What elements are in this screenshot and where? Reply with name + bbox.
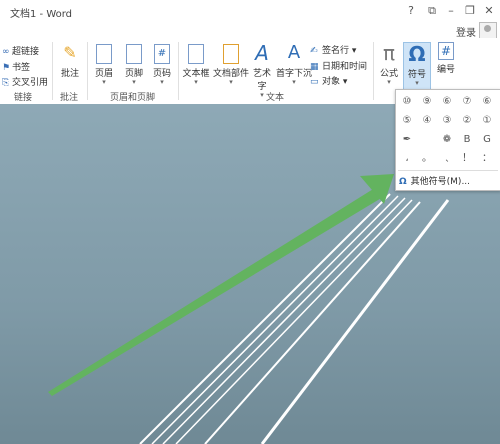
symbol-cell[interactable]: ： — [478, 150, 496, 168]
pi-icon: π — [382, 41, 396, 65]
object-button[interactable]: ▭ 对象 ▾ — [310, 74, 347, 87]
drop-cap-icon: A — [287, 42, 301, 63]
symbol-cell[interactable]: ① — [478, 112, 496, 130]
number-icon: # — [438, 42, 454, 60]
comment-icon: ✎ — [63, 43, 77, 62]
minimize-button[interactable]: – — [444, 4, 458, 17]
symbol-cell[interactable]: ⑥ — [438, 93, 456, 111]
symbol-cell[interactable]: G — [478, 131, 496, 149]
cross-reference-icon: ⎘ — [2, 78, 10, 88]
quick-parts-button[interactable]: 文档部件 ▾ — [213, 42, 249, 86]
symbol-cell[interactable]: ✒ — [398, 131, 416, 149]
bookmark-icon: ⚑ — [2, 63, 11, 73]
header-footer-group-label: 页眉和页脚 — [110, 93, 156, 103]
symbol-cell[interactable]: ③ — [438, 112, 456, 130]
numbering-button[interactable]: # 编号 — [434, 42, 458, 75]
symbol-cell[interactable]: ⑥ — [478, 93, 496, 111]
symbol-cell[interactable]: ، — [398, 150, 416, 168]
header-button[interactable]: 页眉 ▾ — [92, 42, 116, 86]
window-title: 文档1 - Word — [10, 9, 73, 20]
cross-reference-button[interactable]: ⎘ 交叉引用 — [2, 75, 48, 88]
links-group-label: 链接 — [14, 93, 33, 103]
symbol-cell[interactable]: ④ — [418, 112, 436, 130]
comment-button[interactable]: ✎ 批注 — [58, 42, 82, 79]
equation-button[interactable]: π 公式 ▾ — [377, 42, 401, 86]
symbol-cell[interactable]: ⑨ — [418, 93, 436, 111]
symbol-cell[interactable] — [418, 131, 436, 149]
wordart-icon: A — [255, 41, 269, 65]
symbol-dropdown: ⑩ ⑨ ⑥ ⑦ ⑥ ⑤ ④ ③ ② ① ✒ ❁ B G ،。 ﹑！： Ω 其他符号(M)... — [395, 89, 500, 191]
symbol-cell[interactable]: ﹑ — [438, 150, 456, 168]
hyperlink-button[interactable]: ∞ 超链接 — [2, 44, 39, 57]
help-button[interactable]: ? — [404, 4, 418, 17]
header-icon — [96, 44, 112, 64]
symbol-cell[interactable]: ⑤ — [398, 112, 416, 130]
symbol-cell[interactable]: ！ — [458, 150, 476, 168]
footer-button[interactable]: 页脚 ▾ — [122, 42, 146, 86]
calendar-icon: ▦ — [310, 62, 319, 72]
white-lines — [139, 193, 450, 444]
title-bar: 文档1 - Word ? ⧉ – ❐ ✕ — [0, 0, 500, 24]
group-divider — [373, 42, 374, 100]
signature-line-button[interactable]: ✍ 签名行 ▾ — [310, 43, 356, 56]
sign-in-link[interactable]: 登录 — [456, 24, 476, 39]
restore-button[interactable]: ❐ — [463, 4, 477, 17]
group-divider — [178, 42, 179, 100]
object-icon: ▭ — [310, 77, 319, 87]
group-divider — [52, 42, 53, 100]
ribbon-display-button[interactable]: ⧉ — [425, 4, 439, 18]
signature-icon: ✍ — [310, 46, 318, 56]
omega-icon: Ω — [399, 177, 407, 187]
textbox-icon — [188, 44, 204, 64]
comments-group-label: 批注 — [60, 93, 79, 103]
symbol-cell[interactable]: ⑩ — [398, 93, 416, 111]
menu-divider — [398, 170, 498, 171]
close-button[interactable]: ✕ — [482, 4, 496, 17]
symbol-cell[interactable]: B — [458, 131, 476, 149]
link-icon: ∞ — [2, 47, 10, 57]
drop-cap-button[interactable]: A 首字下沉 ▾ — [276, 42, 312, 86]
quick-parts-icon — [223, 44, 239, 64]
symbol-button[interactable]: Ω 符号 ▾ — [403, 42, 431, 92]
symbol-cell[interactable]: ❁ — [438, 131, 456, 149]
group-divider — [87, 42, 88, 100]
symbol-cell[interactable]: 。 — [418, 150, 436, 168]
page-number-button[interactable]: # 页码 ▾ — [150, 42, 174, 86]
date-time-button[interactable]: ▦ 日期和时间 — [310, 59, 367, 72]
symbol-cell[interactable]: ② — [458, 112, 476, 130]
more-symbols-item[interactable]: Ω 其他符号(M)... — [399, 174, 470, 187]
text-group-label: 文本 — [266, 93, 285, 103]
footer-icon — [126, 44, 142, 64]
symbol-cell[interactable]: ⑦ — [458, 93, 476, 111]
omega-icon: Ω — [408, 42, 426, 66]
textbox-button[interactable]: 文本框 ▾ — [181, 42, 211, 86]
page-number-icon: # — [154, 44, 170, 64]
bookmark-button[interactable]: ⚑ 书签 — [2, 60, 30, 73]
